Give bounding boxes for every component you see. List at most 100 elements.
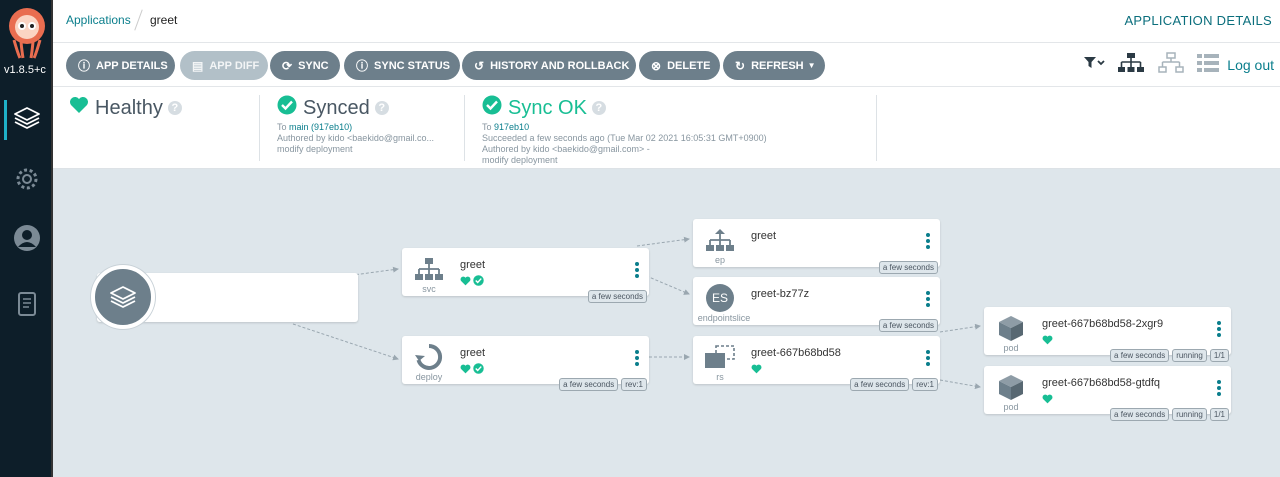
nav-applications[interactable] [0, 96, 53, 144]
node-menu-icon[interactable] [926, 233, 930, 251]
history-rollback-button[interactable]: ↺ HISTORY AND ROLLBACK [462, 51, 636, 80]
list-view-icon[interactable] [1197, 53, 1220, 78]
node-name: greet-667b68bd58-2xgr9 [1042, 318, 1164, 330]
node-kind: deploy [415, 372, 443, 382]
es-badge: ES [706, 284, 734, 312]
resource-node-deploy[interactable]: deploy greet a few seconds rev:1 [402, 336, 649, 391]
sync-status-label: SYNC STATUS [374, 59, 451, 72]
history-icon: ↺ [474, 58, 485, 73]
breadcrumb-separator [134, 9, 143, 31]
node-tags: a few seconds [878, 319, 938, 332]
resource-node-pod[interactable]: pod greet-667b68bd58-2xgr9 a few seconds… [984, 307, 1231, 362]
delete-button[interactable]: ⊗ DELETE [639, 51, 720, 80]
svc-icon [410, 254, 448, 284]
node-kind: endpointslice [697, 313, 751, 323]
info-icon: ⓘ [356, 59, 369, 73]
resource-node-rs[interactable]: rs greet-667b68bd58 a few seconds rev:1 [693, 336, 940, 391]
node-name: greet [751, 230, 777, 242]
sync-revision-link[interactable]: main (917eb10) [289, 122, 352, 132]
es-badge-icon: ES [701, 283, 739, 313]
node-menu-icon[interactable] [635, 262, 639, 280]
refresh-label: REFRESH [751, 59, 804, 72]
sync-status[interactable]: Synced ? To main (917eb10) Authored by k… [277, 95, 465, 161]
info-icon: ⓘ [78, 59, 91, 73]
argo-logo[interactable] [6, 6, 48, 62]
status-panel: Healthy ? Synced ? To main (917eb10) Aut… [53, 87, 1280, 169]
resource-node-ep[interactable]: ep greet a few seconds [693, 219, 940, 274]
state-tag: running [1172, 349, 1207, 362]
node-tags: a few seconds [878, 261, 938, 274]
times-circle-icon: ⊗ [651, 58, 662, 73]
sync-label: Synced [303, 96, 370, 119]
page-title: APPLICATION DETAILS [1124, 13, 1272, 28]
app-diff-button[interactable]: ▤ APP DIFF [180, 51, 268, 80]
rs-icon [701, 342, 739, 372]
pod-cube-icon [992, 372, 1030, 402]
history-label: HISTORY AND ROLLBACK [490, 59, 630, 72]
operation-status[interactable]: Sync OK ? To 917eb10 Succeeded a few sec… [482, 95, 877, 165]
check-circle-icon [482, 95, 502, 121]
node-menu-icon[interactable] [1217, 321, 1221, 339]
network-view-icon[interactable] [1157, 51, 1185, 79]
sync-icon: ⟳ [282, 58, 293, 73]
help-icon[interactable]: ? [167, 101, 182, 115]
sync-message: modify deployment [277, 144, 353, 154]
node-menu-icon[interactable] [635, 350, 639, 368]
node-kind: svc [422, 284, 436, 294]
op-revision-link[interactable]: 917eb10 [494, 122, 529, 132]
resource-tree-canvas[interactable]: greet svc greet a few seconds deploy gre… [53, 169, 1280, 477]
node-name: greet-667b68bd58-gtdfq [1042, 377, 1161, 389]
app-node[interactable]: greet [91, 265, 358, 329]
app-details-button[interactable]: ⓘ APP DETAILS [66, 51, 175, 80]
refresh-button[interactable]: ↻ REFRESH ▼ [723, 51, 825, 80]
op-target: To 917eb10 [482, 122, 876, 133]
node-menu-icon[interactable] [1217, 380, 1221, 398]
heart-icon [460, 361, 471, 379]
node-kind: rs [716, 372, 724, 382]
node-kind: ep [714, 255, 725, 265]
view-controls: Log out [1083, 51, 1274, 79]
heart-icon [460, 273, 471, 291]
op-to-prefix: To [482, 122, 492, 132]
node-name: greet [460, 347, 486, 359]
health-status[interactable]: Healthy ? [69, 95, 260, 161]
top-bar: Applications greet APPLICATION DETAILS [53, 0, 1280, 43]
node-health [751, 361, 762, 379]
node-tags: a few seconds running 1/1 [1110, 408, 1229, 421]
op-succeeded: Succeeded a few seconds ago (Tue Mar 02 … [482, 133, 767, 143]
check-circle-icon [277, 95, 297, 121]
help-icon[interactable]: ? [374, 101, 389, 115]
sync-status-button[interactable]: ⓘ SYNC STATUS [344, 51, 460, 80]
age-tag: a few seconds [1110, 408, 1170, 421]
tree-view-icon[interactable] [1117, 52, 1145, 79]
node-menu-icon[interactable] [926, 350, 930, 368]
sync-button[interactable]: ⟳ SYNC [270, 51, 340, 80]
help-icon[interactable]: ? [591, 101, 606, 115]
nav-docs[interactable] [0, 282, 53, 330]
resource-node-pod[interactable]: pod greet-667b68bd58-gtdfq a few seconds… [984, 366, 1231, 421]
action-toolbar: ⓘ APP DETAILS ▤ APP DIFF ⟳ SYNC ⓘ SYNC STATU… [53, 43, 1280, 87]
node-kind: pod [1003, 402, 1019, 412]
caret-down-icon: ▼ [807, 61, 816, 70]
breadcrumb-applications[interactable]: Applications [66, 13, 131, 27]
sync-ok-label: Sync OK [508, 96, 587, 119]
age-tag: a few seconds [850, 378, 910, 391]
age-tag: a few seconds [1110, 349, 1170, 362]
ready-tag: 1/1 [1209, 349, 1229, 362]
node-name: greet-bz77z [751, 288, 810, 300]
node-menu-icon[interactable] [926, 291, 930, 309]
delete-label: DELETE [667, 59, 711, 72]
heart-icon [1042, 332, 1053, 350]
op-author: Authored by kido <baekido@gmail.com> - [482, 144, 650, 154]
pod-cube-icon [992, 313, 1030, 343]
nav-settings[interactable] [0, 157, 53, 205]
book-icon [16, 291, 38, 322]
filter-icon[interactable] [1083, 56, 1105, 75]
resource-node-svc[interactable]: svc greet a few seconds [402, 248, 649, 303]
age-tag: a few seconds [878, 261, 938, 274]
nav-user-info[interactable] [0, 216, 53, 264]
logout-link[interactable]: Log out [1227, 57, 1274, 73]
check-circle-icon [473, 273, 484, 291]
resource-node-endpointslice[interactable]: ES endpointslice greet-bz77z a few secon… [693, 277, 940, 332]
age-tag: a few seconds [878, 319, 938, 332]
